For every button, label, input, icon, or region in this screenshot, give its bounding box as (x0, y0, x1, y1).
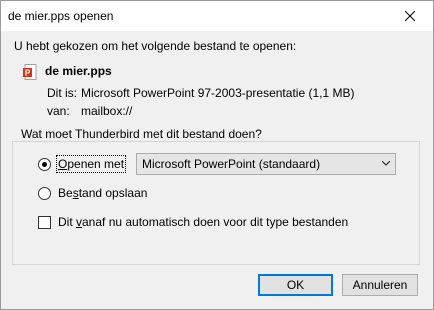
svg-text:P: P (25, 69, 31, 78)
save-file-radio[interactable] (38, 187, 51, 200)
open-with-label-post: penen met (67, 157, 125, 171)
file-type-value: Microsoft PowerPoint 97-2003-presentatie… (81, 86, 355, 100)
close-button[interactable] (387, 1, 433, 31)
auto-action-label[interactable]: Dit vanaf nu automatisch doen voor dit t… (58, 215, 348, 229)
file-type-label: Dit is: (47, 86, 77, 100)
file-source-label: van: (47, 104, 70, 118)
action-group-legend: Wat moet Thunderbird met dit bestand doe… (18, 127, 265, 141)
chevron-down-icon (382, 161, 390, 166)
dialog-window: de mier.pps openen U hebt gekozen om het… (0, 0, 434, 310)
intro-text: U hebt gekozen om het volgende bestand t… (14, 39, 297, 53)
ok-button[interactable]: OK (258, 274, 333, 296)
radio-selected-dot (42, 162, 47, 167)
open-with-label[interactable]: Openen met (55, 155, 127, 173)
auto-label-post: anaf nu automatisch doen voor dit type b… (82, 215, 349, 229)
file-source-value: mailbox:// (81, 104, 133, 118)
dialog-content: U hebt gekozen om het volgende bestand t… (1, 31, 433, 309)
window-title: de mier.pps openen (8, 9, 114, 23)
save-file-label-pre: Be (58, 186, 73, 200)
application-select-value: Microsoft PowerPoint (standaard) (142, 157, 321, 171)
cancel-button[interactable]: Annuleren (342, 274, 418, 296)
powerpoint-file-icon: P (23, 64, 37, 80)
save-file-label-post: tand opslaan (78, 186, 148, 200)
application-select[interactable]: Microsoft PowerPoint (standaard) (136, 153, 396, 175)
open-with-radio[interactable] (38, 158, 51, 171)
close-icon (405, 11, 415, 21)
save-file-label[interactable]: Bestand opslaan (58, 186, 147, 200)
file-name: de mier.pps (45, 64, 112, 78)
auto-label-pre: Dit (58, 215, 76, 229)
open-with-accesskey: O (58, 157, 68, 171)
title-bar[interactable]: de mier.pps openen (1, 1, 433, 31)
auto-action-checkbox[interactable] (38, 216, 51, 229)
